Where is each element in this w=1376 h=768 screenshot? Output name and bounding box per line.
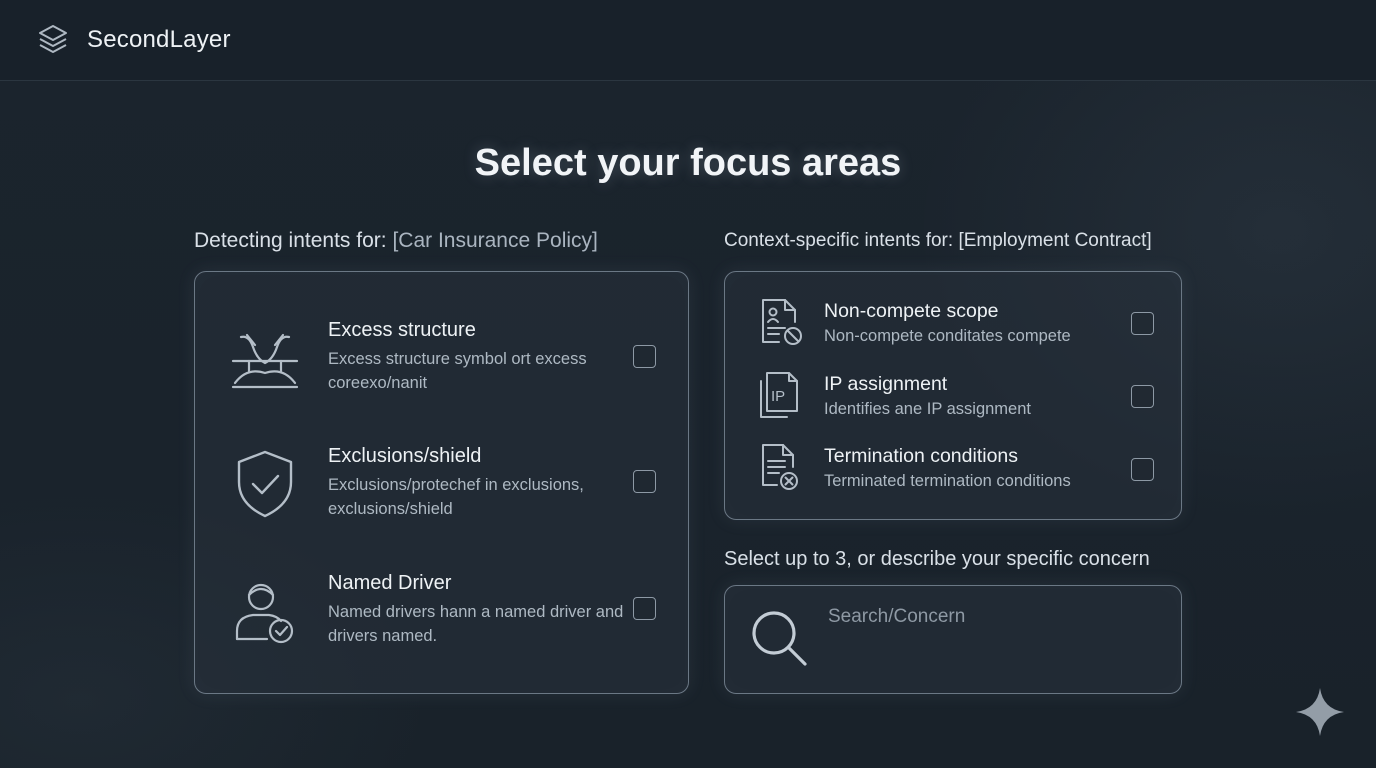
item-description: Non-compete conditates compete: [824, 327, 1071, 345]
ip-assignment-checkbox[interactable]: [1131, 385, 1154, 408]
item-title: IP assignment: [824, 373, 948, 395]
shield-check-icon: [237, 450, 293, 518]
excess-structure-checkbox[interactable]: [633, 345, 656, 368]
intent-item-ip-assignment[interactable]: IP IP assignment Identifies ane IP assig…: [725, 365, 1183, 437]
item-title: Excess structure: [328, 319, 476, 341]
driver-check-icon: [235, 583, 294, 644]
sparkle-icon: [1296, 688, 1344, 736]
concern-search-box[interactable]: [724, 585, 1182, 694]
ip-document-icon: IP: [760, 372, 798, 418]
document-cancel-icon: [762, 444, 798, 490]
item-description: Named drivers hann a named driver and dr…: [328, 603, 624, 645]
search-icon: [752, 611, 807, 666]
concern-label: Select up to 3, or describe your specifi…: [724, 548, 1150, 570]
car-insurance-intents-panel: Excess structure Excess structure symbol…: [194, 271, 689, 694]
item-description: Terminated termination conditions: [824, 472, 1071, 490]
right-column-label: Context-specific intents for: [Employmen…: [724, 230, 1152, 252]
named-driver-checkbox[interactable]: [633, 597, 656, 620]
item-title: Named Driver: [328, 572, 452, 594]
left-label-value: [Car Insurance Policy]: [392, 229, 598, 252]
svg-text:IP: IP: [771, 388, 785, 405]
item-description: Identifies ane IP assignment: [824, 400, 1031, 418]
item-title: Non-compete scope: [824, 300, 999, 322]
intent-item-exclusions-shield[interactable]: Exclusions/shield Exclusions/protechef i…: [195, 432, 690, 552]
document-prohibited-icon: [762, 299, 802, 345]
concern-search-input[interactable]: [828, 602, 1158, 632]
termination-conditions-checkbox[interactable]: [1131, 458, 1154, 481]
brand-name: SecondLayer: [87, 26, 231, 53]
top-bar: SecondLayer: [0, 0, 1376, 81]
item-description: Excess structure symbol ort excess coree…: [328, 350, 587, 392]
page-title: Select your focus areas: [474, 142, 902, 184]
right-label-prefix: Context-specific intents for:: [724, 230, 959, 251]
layers-logo-icon: [39, 25, 67, 53]
item-title: Exclusions/shield: [328, 445, 482, 467]
exclusions-shield-checkbox[interactable]: [633, 470, 656, 493]
right-label-value: [Employment Contract]: [958, 230, 1152, 251]
intent-item-termination-conditions[interactable]: Termination conditions Terminated termin…: [725, 437, 1183, 509]
left-label-prefix: Detecting intents for:: [194, 229, 393, 252]
intent-item-non-compete-scope[interactable]: Non-compete scope Non-compete conditates…: [725, 292, 1183, 364]
excess-structure-icon: [231, 333, 299, 389]
item-description: Exclusions/protechef in exclusions, excl…: [328, 476, 584, 518]
intent-item-excess-structure[interactable]: Excess structure Excess structure symbol…: [195, 305, 690, 425]
non-compete-scope-checkbox[interactable]: [1131, 312, 1154, 335]
item-title: Termination conditions: [824, 445, 1019, 467]
left-column-label: Detecting intents for: [Car Insurance Po…: [194, 229, 598, 253]
employment-contract-intents-panel: Non-compete scope Non-compete conditates…: [724, 271, 1182, 520]
intent-item-named-driver[interactable]: Named Driver Named drivers hann a named …: [195, 559, 690, 679]
